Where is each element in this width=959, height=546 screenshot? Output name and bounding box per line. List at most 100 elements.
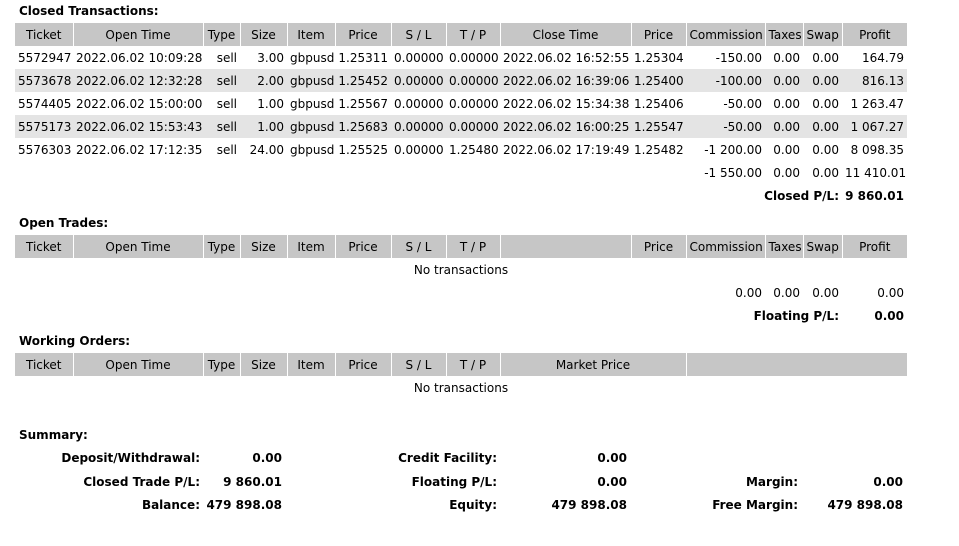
floating-pl-label: Floating P/L: <box>753 308 839 323</box>
cell-tp: 0.00000 <box>449 96 499 111</box>
total-swap: 0.00 <box>812 165 839 180</box>
cell-swap: 0.00 <box>812 50 839 65</box>
cell-tp: 0.00000 <box>446 115 500 138</box>
working-orders-title: Working Orders: <box>19 334 131 348</box>
col-profit: Profit <box>841 235 907 258</box>
col-sl: S / L <box>390 353 446 376</box>
col-type: Type <box>202 235 240 258</box>
col-swap: Swap <box>802 235 842 258</box>
cell-size: 1.00 <box>257 96 284 111</box>
col-blank <box>685 353 907 376</box>
cell-tp: 0.00000 <box>446 69 500 92</box>
table-row: 5572947 2022.06.02 10:09:28 sell 3.00 gbpusd… <box>15 46 907 69</box>
cell-commission: -150.00 <box>715 50 762 65</box>
working-empty-message: No transactions <box>413 380 509 395</box>
cell-close-time: 2022.06.02 16:52:55 <box>503 50 630 65</box>
margin-value: 0.00 <box>873 475 903 489</box>
balance-value: 479 898.08 <box>206 498 282 512</box>
cell-price: 1.25311 <box>338 50 388 65</box>
col-open-time: Open Time <box>72 235 203 258</box>
col-tp: T / P <box>445 353 500 376</box>
cell-price: 1.25452 <box>335 69 391 92</box>
cell-commission: -50.00 <box>686 115 765 138</box>
cell-size: 1.00 <box>240 115 287 138</box>
working-empty-row: No transactions <box>15 376 907 399</box>
cell-price: 1.25683 <box>335 115 391 138</box>
cell-swap: 0.00 <box>812 142 839 157</box>
credit-facility-label: Credit Facility: <box>398 451 497 465</box>
col-item: Item <box>286 235 335 258</box>
col-ticket: Ticket <box>15 353 73 376</box>
col-blank <box>499 235 631 258</box>
cell-close-time: 2022.06.02 16:39:06 <box>500 69 631 92</box>
equity-label: Equity: <box>449 498 497 512</box>
cell-item: gbpusd <box>287 69 335 92</box>
cell-item: gbpusd <box>290 50 335 65</box>
open-total-profit: 0.00 <box>877 285 904 300</box>
open-total-taxes: 0.00 <box>773 285 800 300</box>
cell-close-time: 2022.06.02 16:00:25 <box>500 115 631 138</box>
cell-type: sell <box>203 69 240 92</box>
equity-value: 479 898.08 <box>551 498 627 512</box>
col-open-time: Open Time <box>72 353 203 376</box>
closed-totals-row: -1 550.00 0.00 0.00 11 410.01 <box>15 161 907 184</box>
col-size: Size <box>239 23 287 46</box>
cell-ticket: 5575173 <box>15 115 73 138</box>
table-row: 5575173 2022.06.02 15:53:43 sell 1.00 gbpusd… <box>15 115 907 138</box>
col-tp: T / P <box>445 23 500 46</box>
cell-close-price: 1.25400 <box>631 69 686 92</box>
cell-type: sell <box>203 115 240 138</box>
closed-pl-value: 9 860.01 <box>845 188 904 203</box>
table-row: 5576303 2022.06.02 17:12:35 sell 24.00 gbpus… <box>15 138 907 161</box>
cell-close-time: 2022.06.02 15:34:38 <box>503 96 630 111</box>
table-row: 5573678 2022.06.02 12:32:28 sell 2.00 gbpusd… <box>15 69 907 92</box>
open-header-row: Ticket Open Time Type Size Item Price S … <box>15 235 907 258</box>
cell-ticket: 5574405 <box>18 96 72 111</box>
cell-commission: -1 200.00 <box>704 142 762 157</box>
cell-taxes: 0.00 <box>765 69 803 92</box>
col-item: Item <box>286 23 335 46</box>
cell-item: gbpusd <box>290 142 335 157</box>
open-totals-row: 0.00 0.00 0.00 0.00 <box>15 281 907 304</box>
floating-pl-summary-value: 0.00 <box>597 475 627 489</box>
cell-size: 24.00 <box>249 142 284 157</box>
col-tp: T / P <box>445 235 500 258</box>
col-price: Price <box>334 353 391 376</box>
col-commission: Commission <box>685 23 765 46</box>
closed-transactions-table: Ticket Open Time Type Size Item Price S … <box>15 23 907 207</box>
cell-open-time: 2022.06.02 12:32:28 <box>73 69 203 92</box>
total-taxes: 0.00 <box>773 165 800 180</box>
credit-facility-value: 0.00 <box>597 451 627 465</box>
closed-trade-pl-value: 9 860.01 <box>223 475 282 489</box>
cell-open-time: 2022.06.02 15:00:00 <box>76 96 203 111</box>
working-header-row: Ticket Open Time Type Size Item Price S … <box>15 353 907 376</box>
col-close-price: Price <box>630 23 686 46</box>
col-item: Item <box>286 353 335 376</box>
deposit-value: 0.00 <box>252 451 282 465</box>
cell-price: 1.25525 <box>338 142 388 157</box>
cell-sl: 0.00000 <box>394 96 444 111</box>
margin-label: Margin: <box>745 475 798 489</box>
open-trades-table: Ticket Open Time Type Size Item Price S … <box>15 235 907 327</box>
floating-pl-row: Floating P/L: 0.00 <box>15 304 907 327</box>
cell-tp: 0.00000 <box>449 50 499 65</box>
cell-sl: 0.00000 <box>394 50 444 65</box>
cell-close-price: 1.25304 <box>634 50 684 65</box>
free-margin-value: 479 898.08 <box>827 498 903 512</box>
table-row: 5574405 2022.06.02 15:00:00 sell 1.00 gbpusd… <box>15 92 907 115</box>
col-taxes: Taxes <box>764 235 803 258</box>
col-market-price: Market Price <box>499 353 686 376</box>
open-empty-message: No transactions <box>413 262 509 277</box>
cell-close-time: 2022.06.02 17:19:49 <box>503 142 630 157</box>
col-sl: S / L <box>390 235 446 258</box>
open-total-swap: 0.00 <box>812 285 839 300</box>
col-commission: Commission <box>685 235 765 258</box>
cell-close-price: 1.25482 <box>634 142 684 157</box>
floating-pl-value: 0.00 <box>874 308 904 323</box>
cell-profit: 816.13 <box>842 69 907 92</box>
cell-commission: -50.00 <box>723 96 762 111</box>
col-ticket: Ticket <box>15 23 73 46</box>
cell-type: sell <box>216 96 237 111</box>
summary-title: Summary: <box>19 428 88 442</box>
cell-close-price: 1.25547 <box>631 115 686 138</box>
